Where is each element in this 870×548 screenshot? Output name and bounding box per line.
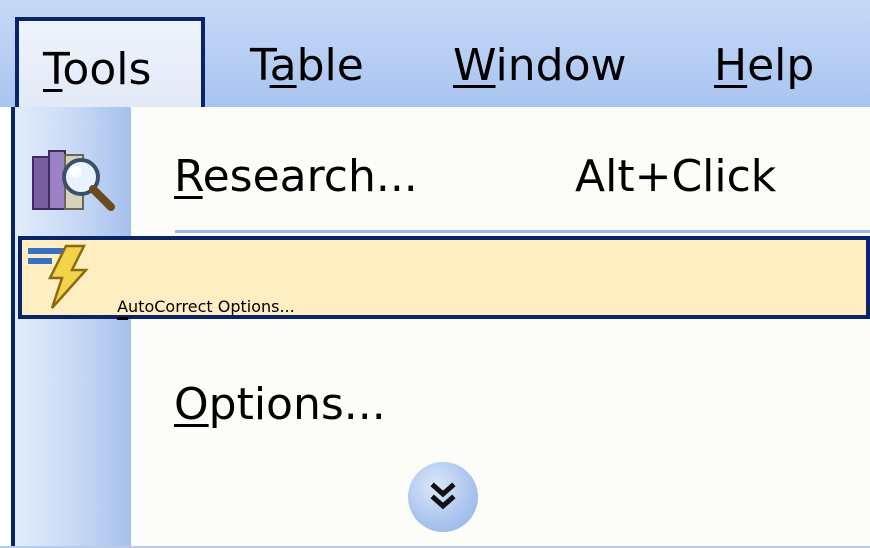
menu-bar: Tools Table Window Help xyxy=(0,0,870,123)
menu-tools-label: Tools xyxy=(43,44,152,95)
autocorrect-lightning-icon xyxy=(22,244,117,316)
menu-item-autocorrect-options[interactable]: AutoCorrect Options... xyxy=(18,236,870,319)
double-chevron-down-icon xyxy=(430,482,456,510)
menu-window[interactable]: Window xyxy=(453,36,627,96)
menu-item-autocorrect-label: AutoCorrect Options... xyxy=(117,297,295,316)
tools-dropdown-menu: Research... Alt+Click AutoCorrect Option… xyxy=(11,107,870,548)
research-icon xyxy=(29,143,119,215)
menu-table[interactable]: Table xyxy=(250,36,364,96)
menu-item-options-label: Options... xyxy=(174,379,386,430)
expand-menu-button[interactable] xyxy=(408,462,478,532)
menu-item-research[interactable]: Research... Alt+Click xyxy=(15,135,870,225)
menu-separator xyxy=(175,230,870,233)
menu-item-options[interactable]: Options... xyxy=(15,367,870,447)
menu-help[interactable]: Help xyxy=(714,36,814,96)
menu-item-research-label: Research... xyxy=(174,151,418,202)
menu-item-research-shortcut: Alt+Click xyxy=(575,151,777,202)
